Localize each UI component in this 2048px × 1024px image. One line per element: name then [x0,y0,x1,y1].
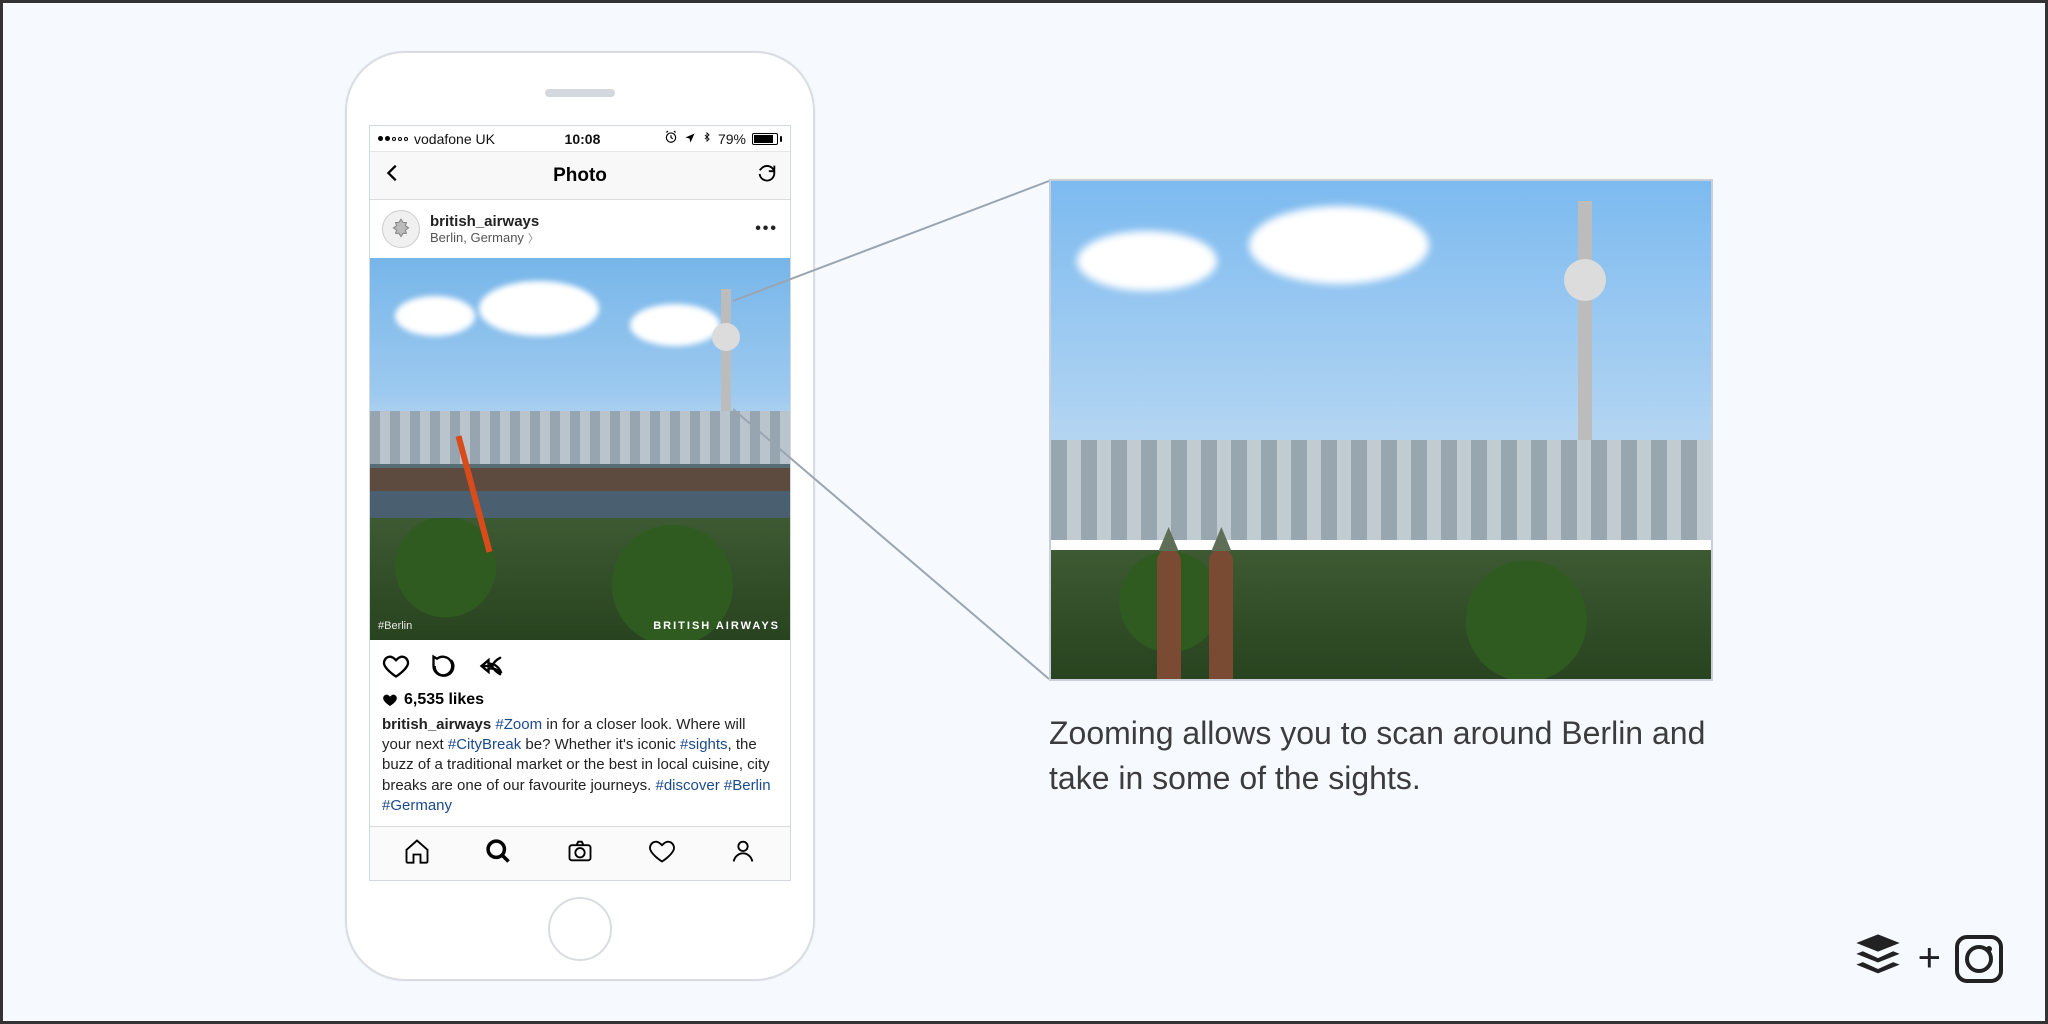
post-username[interactable]: british_airways [430,213,539,230]
zoomed-photo [1049,179,1713,681]
likes-count: 6,535 likes [404,691,484,709]
hashtag[interactable]: #CityBreak [448,736,521,753]
top-nav: Photo [370,151,790,200]
post-actions [370,640,790,691]
like-button[interactable] [382,652,410,685]
hashtag[interactable]: #sights [680,736,728,753]
chevron-right-icon: 〉 [528,230,539,246]
photo-hashtag-overlay: #Berlin [378,620,412,632]
battery-pct: 79% [718,131,746,147]
location-icon [684,131,696,147]
comment-button[interactable] [430,652,458,685]
tv-tower-icon [1578,201,1592,481]
signal-dots-icon [378,136,408,141]
plus-sign: + [1918,936,1941,981]
back-button[interactable] [382,162,404,189]
post-location[interactable]: Berlin, Germany 〉 [430,230,539,246]
post-header: british_airways Berlin, Germany 〉 ••• [370,200,790,258]
phone-speaker [545,89,615,97]
hashtag[interactable]: #Germany [382,797,452,814]
tab-bar [370,826,790,880]
home-button[interactable] [548,897,612,961]
caption-username[interactable]: british_airways [382,716,491,733]
status-bar: vodafone UK 10:08 79% [370,126,790,151]
tab-activity[interactable] [648,837,676,870]
instagram-logo-icon [1955,935,2003,983]
photo-watermark: BRITISH AIRWAYS [653,620,780,632]
post-caption: british_airways #Zoom in for a closer lo… [370,715,790,826]
more-options-button[interactable]: ••• [755,220,778,238]
hashtag[interactable]: #discover [656,777,720,794]
alarm-icon [664,130,678,147]
tab-home[interactable] [403,837,431,870]
zoom-caption: Zooming allows you to scan around Berlin… [1049,711,1713,801]
post-location-text: Berlin, Germany [430,230,524,245]
post-photo[interactable]: #Berlin BRITISH AIRWAYS [370,258,790,640]
carrier-label: vodafone UK [414,131,495,147]
caption-text: be? Whether it's iconic [521,736,680,753]
likes-row[interactable]: 6,535 likes [370,691,790,715]
bluetooth-icon [702,130,712,147]
phone-frame: vodafone UK 10:08 79% [345,51,815,981]
hashtag[interactable]: #Zoom [495,716,542,733]
tab-search[interactable] [484,837,512,870]
avatar[interactable] [382,210,420,248]
clock: 10:08 [565,131,601,147]
buffer-logo-icon [1852,930,1904,987]
phone-screen: vodafone UK 10:08 79% [369,125,791,881]
nav-title: Photo [553,165,607,187]
brand-logos: + [1852,930,2003,987]
battery-icon [752,133,782,145]
tab-profile[interactable] [729,837,757,870]
zoom-panel: Zooming allows you to scan around Berlin… [1049,179,1713,801]
hashtag[interactable]: #Berlin [724,777,771,794]
share-button[interactable] [478,652,506,685]
refresh-button[interactable] [756,162,778,189]
tab-camera[interactable] [566,837,594,870]
